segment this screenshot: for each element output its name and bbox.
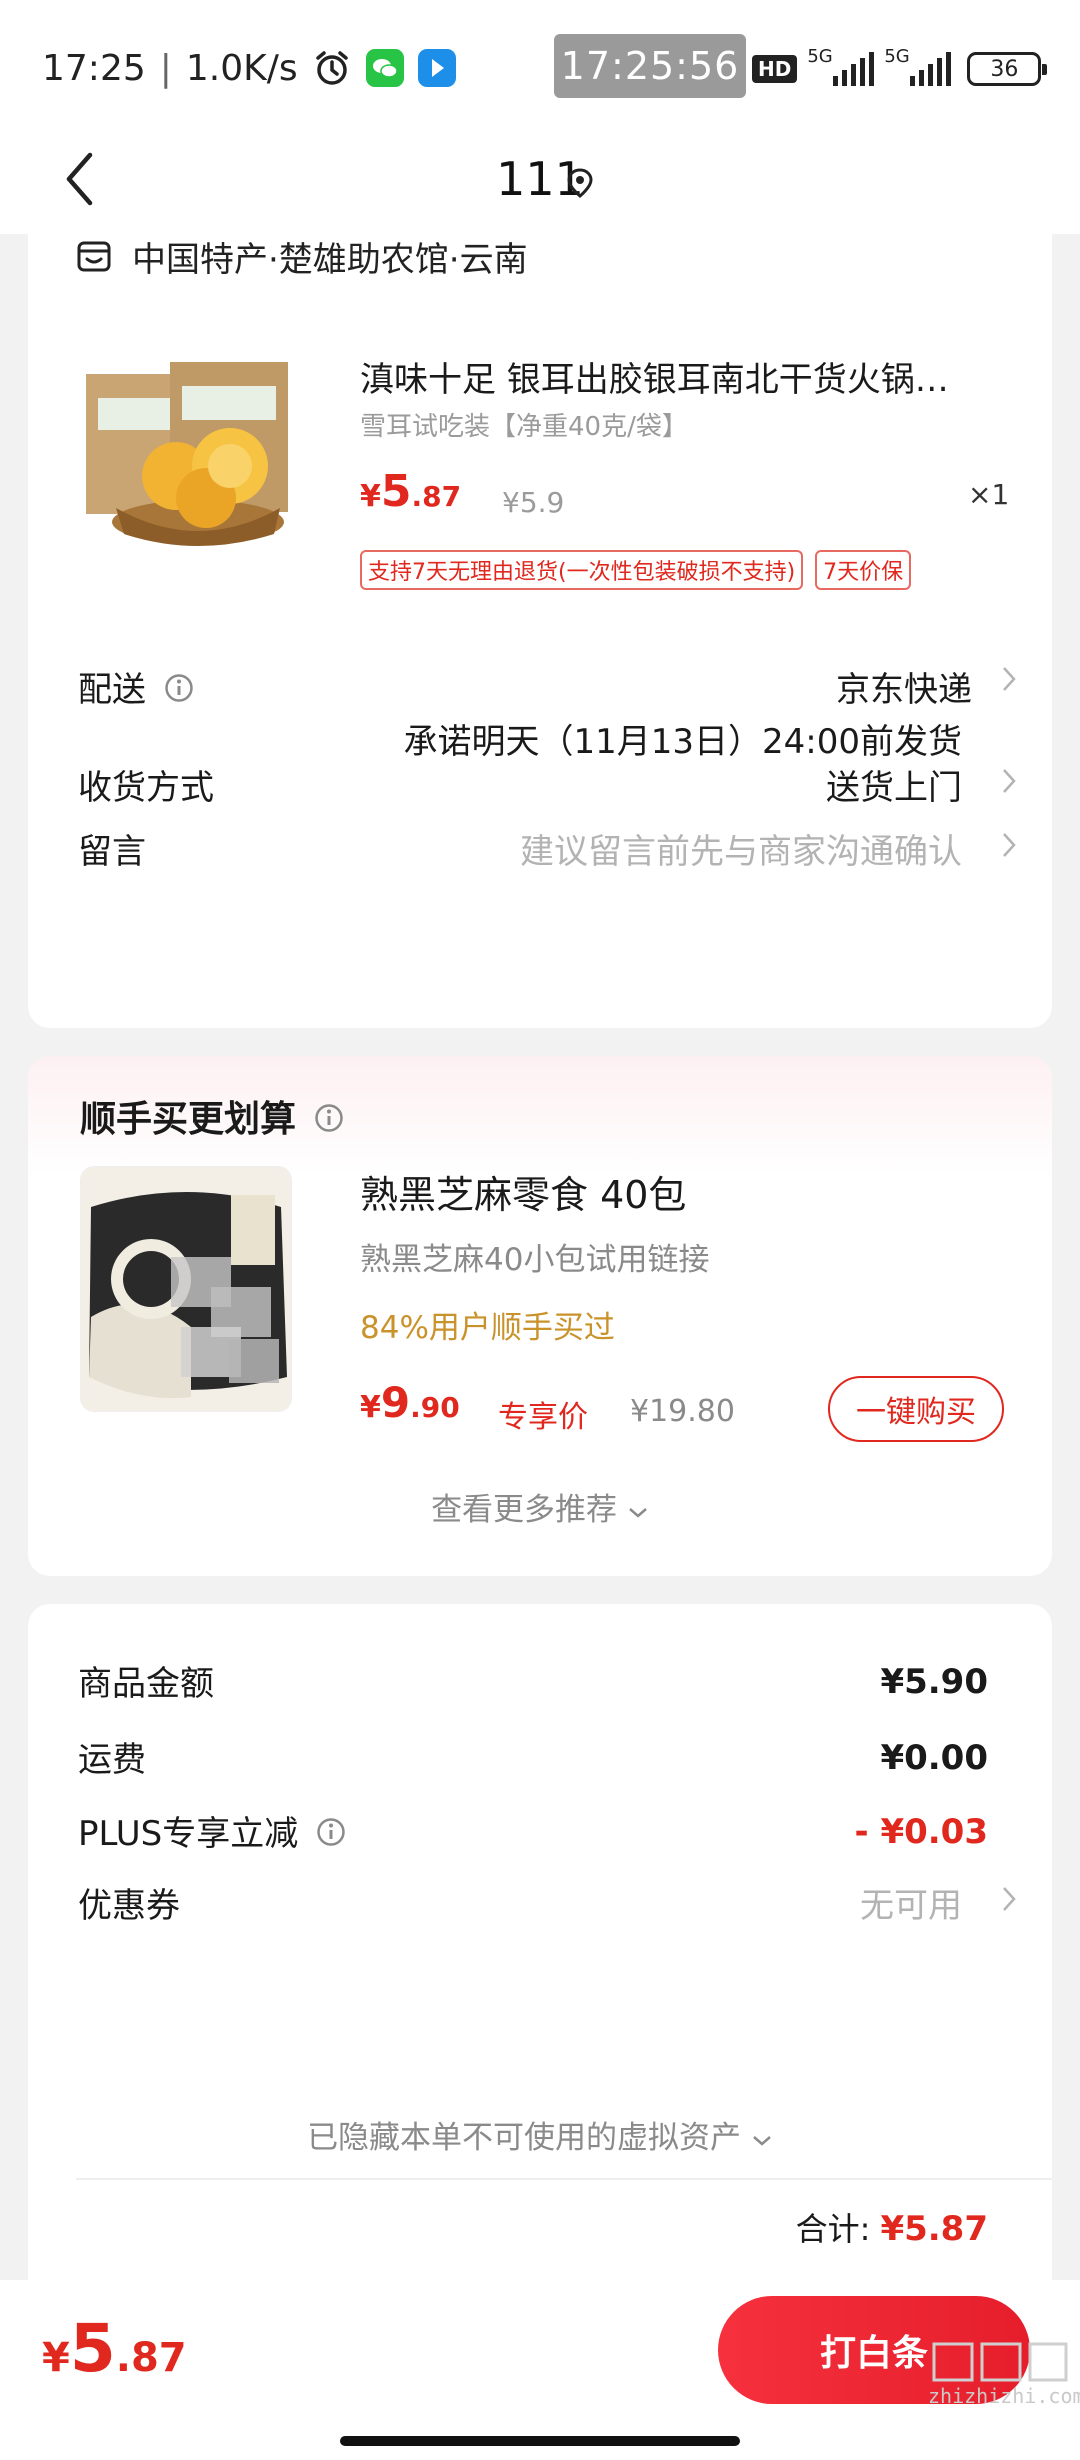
hd-badge: HD (752, 55, 798, 83)
price-integer: 5 (69, 2310, 116, 2387)
price-decimal: .87 (411, 480, 462, 513)
more-recommend-label: 查看更多推荐 (431, 1492, 618, 1528)
signal-icon-2: 5G (884, 46, 952, 86)
chevron-right-icon[interactable] (1000, 828, 1020, 862)
one-click-buy-button[interactable]: 一键购买 (828, 1376, 1004, 1442)
product-original-price: ¥5.9 (502, 486, 565, 519)
status-bar: 17:25 | 1.0K/s 17:25:56 HD 5G 5G 36 (0, 0, 1080, 130)
home-indicator[interactable] (340, 2436, 740, 2446)
shipping-label: 运费 (78, 1740, 146, 1780)
product-title[interactable]: 滇味十足 银耳出胶银耳南北干货火锅… (360, 352, 1020, 401)
status-left: 17:25 | 1.0K/s (42, 40, 456, 96)
recommend-card: 顺手买更划算 熟黑芝麻零食 40包 熟黑芝麻40小包试用链接 84%用户顺手买过… (28, 1056, 1052, 1576)
receive-label: 收货方式 (78, 768, 214, 808)
service-tags: 支持7天无理由退货(一次性包装破损不支持) 7天价保 (360, 550, 912, 590)
goods-amount-value: ¥5.90 (880, 1662, 988, 1702)
info-icon[interactable] (164, 672, 194, 702)
total-label: 合计: (795, 2210, 871, 2248)
location-icon[interactable] (566, 152, 594, 212)
info-icon[interactable] (316, 1816, 346, 1846)
price-currency: ¥ (42, 2335, 70, 2381)
recommend-image[interactable] (80, 1166, 292, 1412)
price-currency: ¥ (360, 479, 381, 514)
price-integer: 5 (380, 466, 412, 517)
recommend-price: ¥9.90 (360, 1378, 460, 1427)
price-decimal: .90 (410, 1391, 460, 1424)
recommend-social-proof: 84%用户顺手买过 (360, 1310, 615, 1346)
order-card: 中国特产·楚雄助农馆·云南 滇味十足 银耳出胶银耳南北干货火锅… 雪耳试吃装【净… (28, 234, 1052, 1028)
delivery-value[interactable]: 京东快递 (836, 662, 972, 711)
more-recommend-button[interactable]: 查看更多推荐 (28, 1484, 1052, 1529)
network-speed: 1.0K/s (185, 47, 298, 89)
exclusive-price-label: 专享价 (498, 1400, 588, 1435)
product-image[interactable] (80, 358, 298, 546)
delivery-promise: 承诺明天（11月13日）24:00前发货 (403, 722, 962, 762)
status-time: 17:25 (42, 47, 146, 89)
shop-name: 中国特产·楚雄助农馆·云南 (132, 239, 528, 280)
page-title: 111 (496, 152, 584, 206)
delivery-label: 配送 (78, 670, 146, 710)
coupon-label: 优惠券 (78, 1886, 180, 1926)
blue-app-icon (417, 49, 456, 87)
product-price: ¥5.87 (360, 466, 461, 517)
status-right: HD 5G 5G 36 (752, 44, 1048, 94)
recommend-title-row: 顺手买更划算 (80, 1090, 344, 1142)
plus-discount-label: PLUS专享立减 (78, 1814, 299, 1854)
price-decimal: .87 (115, 2335, 187, 2381)
battery-icon: 36 (967, 52, 1048, 86)
message-label: 留言 (78, 832, 146, 872)
nav-bar: 111 (0, 130, 1080, 234)
info-icon[interactable] (314, 1101, 344, 1132)
product-quantity: ×1 (968, 478, 1010, 511)
shop-icon (76, 238, 112, 274)
wechat-icon (365, 49, 404, 87)
plus-discount-row: PLUS专享立减 (78, 1806, 346, 1855)
price-integer: 9 (380, 1378, 411, 1427)
delivery-label-row: 配送 (78, 662, 194, 711)
net-type-1: 5G (807, 46, 833, 67)
message-input[interactable]: 建议留言前先与商家沟通确认 (520, 824, 962, 873)
signal-icon: 5G (807, 46, 875, 86)
net-type-2: 5G (884, 46, 910, 67)
coupon-value[interactable]: 无可用 (860, 1878, 962, 1927)
divider (76, 2178, 1052, 2180)
watermark-logo (932, 2342, 1068, 2382)
bottom-bar: ¥5.87 打白条 zhizhizhi.com (0, 2280, 1080, 2460)
shipping-value: ¥0.00 (880, 1738, 988, 1778)
total-value: ¥5.87 (880, 2209, 988, 2249)
total-row: 合计: ¥5.87 (796, 2204, 988, 2250)
shop-row[interactable]: 中国特产·楚雄助农馆·云南 (76, 234, 528, 280)
alarm-icon (312, 48, 352, 88)
battery-level: 36 (990, 56, 1019, 82)
return-policy-tag: 支持7天无理由退货(一次性包装破损不支持) (360, 550, 804, 590)
chevron-right-icon[interactable] (1000, 1882, 1020, 1916)
plus-discount-value: - ¥0.03 (854, 1812, 989, 1852)
product-spec: 雪耳试吃装【净重40克/袋】 (360, 412, 688, 442)
recommend-desc: 熟黑芝麻40小包试用链接 (360, 1242, 710, 1278)
watermark-text: zhizhizhi.com (928, 2384, 1080, 2408)
status-divider: | (159, 47, 172, 89)
chevron-down-icon (629, 1508, 647, 1518)
price-protect-tag: 7天价保 (815, 550, 912, 590)
recommend-title: 顺手买更划算 (80, 1099, 297, 1140)
recommend-original-price: ¥19.80 (630, 1394, 735, 1429)
hidden-assets-toggle[interactable]: 已隐藏本单不可使用的虚拟资产 (28, 2112, 1052, 2157)
recommend-name[interactable]: 熟黑芝麻零食 40包 (360, 1164, 686, 1219)
hidden-assets-label: 已隐藏本单不可使用的虚拟资产 (307, 2120, 742, 2156)
price-currency: ¥ (360, 1390, 381, 1425)
chevron-right-icon[interactable] (1000, 662, 1020, 696)
chevron-right-icon[interactable] (1000, 764, 1020, 798)
receive-value[interactable]: 送货上门 (826, 760, 962, 809)
clock-overlay: 17:25:56 (554, 34, 746, 98)
price-summary-card: 商品金额 ¥5.90 运费 ¥0.00 PLUS专享立减 - ¥0.03 优惠券… (28, 1604, 1052, 2304)
bottom-total-price: ¥5.87 (42, 2310, 187, 2387)
chevron-down-icon (753, 2136, 771, 2146)
goods-amount-label: 商品金额 (78, 1664, 214, 1704)
